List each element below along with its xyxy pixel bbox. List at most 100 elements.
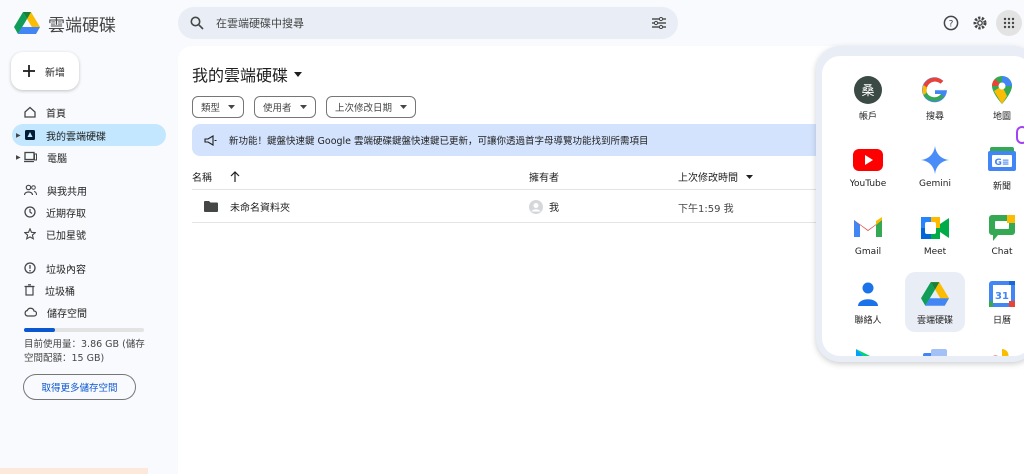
page-title-text: 我的雲端硬碟 xyxy=(192,66,289,85)
sidebar-item-computers[interactable]: ▶ 電腦 xyxy=(12,146,166,168)
row-modified: 下午1:59 我 xyxy=(678,204,734,215)
docs-icon: G xyxy=(923,349,947,356)
sidebar-item-recent[interactable]: 近期存取 xyxy=(12,201,166,223)
apps-button[interactable] xyxy=(996,10,1022,36)
sidebar-footer-strip xyxy=(0,468,148,474)
filter-label: 使用者 xyxy=(263,103,292,114)
sidebar-item-label: 我的雲端硬碟 xyxy=(46,131,106,143)
storage-progress-fill xyxy=(24,328,56,332)
sidebar-item-label: 首頁 xyxy=(46,108,66,120)
meet-camera-icon xyxy=(921,217,949,239)
storage-progress-bar xyxy=(24,328,144,332)
divider xyxy=(192,189,832,190)
sidebar-item-home[interactable]: 首頁 xyxy=(12,101,166,123)
filter-modified[interactable]: 上次修改日期 xyxy=(326,96,417,118)
new-button[interactable]: 新增 xyxy=(11,52,79,90)
banner-text: 新功能！鍵盤快速鍵 Google 雲端硬碟鍵盤快速鍵已更新，可讓你透過首字母導覽… xyxy=(229,136,649,147)
sidebar-item-label: 垃圾內容 xyxy=(46,264,86,276)
sidebar-item-trash[interactable]: 垃圾桶 xyxy=(12,279,166,301)
get-more-storage-button[interactable]: 取得更多儲存空間 xyxy=(23,374,136,400)
app-contacts[interactable]: 聯絡人 xyxy=(838,272,898,332)
expand-caret-icon[interactable]: ▶ xyxy=(16,154,21,161)
app-docs-suite[interactable]: G xyxy=(905,340,965,356)
sidebar-item-starred[interactable]: 已加星號 xyxy=(12,223,166,245)
app-label: 地圖 xyxy=(992,112,1011,122)
caret-down-icon xyxy=(299,105,307,109)
caret-down-icon xyxy=(400,105,408,109)
expand-caret-icon[interactable]: ▶ xyxy=(16,132,21,139)
gmail-icon xyxy=(854,217,882,237)
drive-logo-icon xyxy=(921,281,949,306)
calendar-icon: 31 xyxy=(989,281,1015,307)
folder-icon xyxy=(204,201,218,212)
youtube-icon xyxy=(853,149,883,171)
help-button[interactable]: ? xyxy=(940,12,962,34)
filter-options-icon[interactable] xyxy=(652,17,666,29)
app-label: 日曆 xyxy=(992,316,1011,326)
app-label: YouTube xyxy=(849,179,887,189)
chat-bubble-icon xyxy=(989,215,1015,241)
settings-button[interactable] xyxy=(969,12,991,34)
app-search[interactable]: 搜尋 xyxy=(905,68,965,128)
column-header-name[interactable]: 名稱 xyxy=(192,169,240,184)
app-label: 新聞 xyxy=(992,182,1011,192)
sidebar-item-storage[interactable]: 儲存空間 xyxy=(12,301,166,323)
computer-icon xyxy=(24,151,37,163)
column-header-modified[interactable]: 上次修改時間 xyxy=(678,169,753,184)
app-label: 搜尋 xyxy=(925,112,944,122)
megaphone-icon xyxy=(204,134,217,146)
home-icon xyxy=(24,106,36,118)
search-icon[interactable] xyxy=(190,16,204,30)
caret-down-icon xyxy=(746,174,753,179)
sort-arrow-up-icon[interactable] xyxy=(230,171,240,182)
app-gmail[interactable]: Gmail xyxy=(838,206,898,266)
caret-down-icon xyxy=(294,71,303,77)
app-calendar[interactable]: 31 日曆 xyxy=(972,272,1024,332)
app-youtube[interactable]: YouTube xyxy=(838,138,898,198)
app-label: Chat xyxy=(991,247,1013,257)
sidebar-item-shared[interactable]: 與我共用 xyxy=(12,179,166,201)
app-meet[interactable]: Meet xyxy=(905,206,965,266)
column-header-owner[interactable]: 擁有者 xyxy=(529,169,559,184)
filter-label: 類型 xyxy=(201,103,221,114)
app-chat[interactable]: Chat xyxy=(972,206,1024,266)
app-label: 帳戶 xyxy=(858,112,877,122)
caret-down-icon xyxy=(228,105,236,109)
side-panel-indicator-icon[interactable] xyxy=(1016,126,1024,144)
app-drive[interactable]: 雲端硬碟 xyxy=(905,272,965,332)
app-photos[interactable] xyxy=(972,340,1024,356)
sidebar-item-spam[interactable]: 垃圾內容 xyxy=(12,257,166,279)
search-input[interactable]: 在雲端硬碟中搜尋 xyxy=(216,15,652,31)
app-maps[interactable]: 地圖 xyxy=(972,68,1024,128)
app-play[interactable] xyxy=(838,340,898,356)
sidebar-item-label: 垃圾桶 xyxy=(45,286,75,298)
sidebar-item-my-drive[interactable]: ▶ 我的雲端硬碟 xyxy=(12,124,166,146)
app-label: Gemini xyxy=(919,179,951,189)
clock-icon xyxy=(24,206,36,218)
app-gemini[interactable]: Gemini xyxy=(905,138,965,198)
plus-icon xyxy=(23,65,35,77)
sidebar-item-label: 電腦 xyxy=(47,153,67,165)
filter-label: 上次修改日期 xyxy=(335,103,393,114)
search-bar[interactable]: 在雲端硬碟中搜尋 xyxy=(178,7,678,39)
avatar-icon xyxy=(529,199,543,214)
apps-launcher-grid: 桑 帳戶 搜尋 地圖 YouTube Gemini G≡ 新聞 Gmail Me… xyxy=(822,56,1024,356)
spam-icon xyxy=(24,262,36,274)
page-title[interactable]: 我的雲端硬碟 xyxy=(192,62,303,86)
column-header-label: 擁有者 xyxy=(529,173,559,184)
star-icon xyxy=(24,228,36,240)
table-row[interactable]: 未命名資料夾 xyxy=(204,199,290,214)
app-label: Meet xyxy=(923,247,947,257)
drive-logo-icon xyxy=(14,12,40,35)
google-g-icon xyxy=(922,77,947,103)
app-title: 雲端硬碟 xyxy=(48,16,116,36)
trash-icon xyxy=(24,284,35,296)
photos-pinwheel-icon xyxy=(993,349,1009,356)
drive-logo[interactable]: 雲端硬碟 xyxy=(14,11,116,36)
app-account[interactable]: 桑 帳戶 xyxy=(838,68,898,128)
shared-icon xyxy=(24,184,37,196)
sidebar-item-label: 儲存空間 xyxy=(47,308,87,320)
app-news[interactable]: G≡ 新聞 xyxy=(972,138,1024,198)
filter-people[interactable]: 使用者 xyxy=(254,96,316,118)
filter-type[interactable]: 類型 xyxy=(192,96,245,118)
